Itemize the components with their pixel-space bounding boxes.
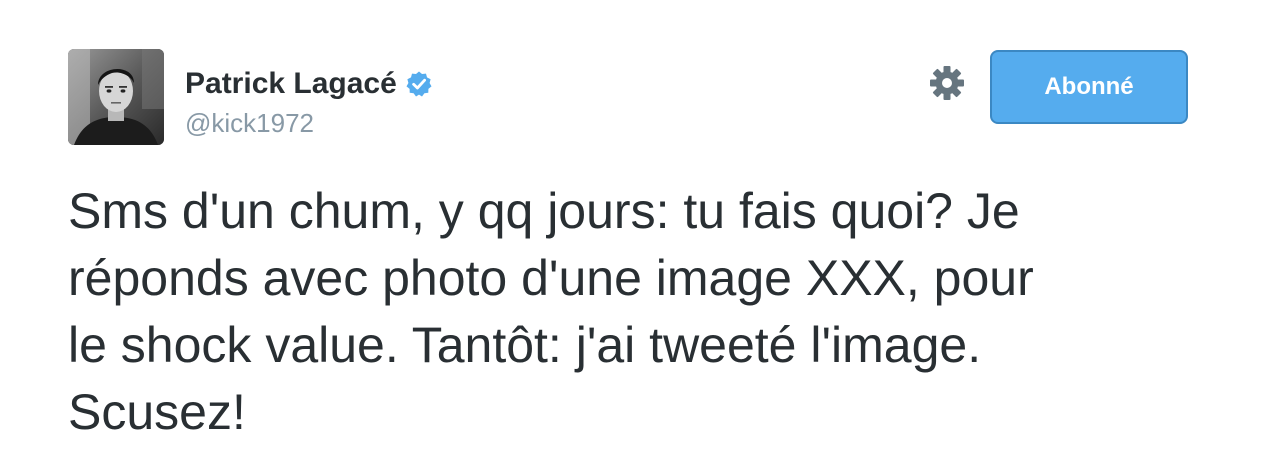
tweet-text-line: le shock value. Tantôt: j'ai tweeté l'im… (68, 317, 982, 373)
following-button[interactable]: Abonné (990, 50, 1188, 124)
gear-icon[interactable] (928, 64, 966, 102)
avatar[interactable] (68, 49, 164, 145)
tweet-text: Sms d'un chum, y qq jours: tu fais quoi?… (68, 178, 1198, 446)
tweet-text-line: réponds avec photo d'une image XXX, pour (68, 250, 1034, 306)
verified-badge-icon (406, 71, 432, 97)
tweet-card: Patrick Lagacé @kick1972 Abonné Sms d'un… (0, 0, 1264, 450)
tweet-text-line: Scusez! (68, 384, 246, 440)
following-button-label: Abonné (1044, 73, 1134, 100)
avatar-photo (68, 49, 164, 145)
author-display-name[interactable]: Patrick Lagacé (185, 67, 397, 101)
author-handle[interactable]: @kick1972 (185, 108, 314, 139)
author-name-row: Patrick Lagacé (185, 66, 433, 102)
tweet-text-line: Sms d'un chum, y qq jours: tu fais quoi?… (68, 183, 1020, 239)
